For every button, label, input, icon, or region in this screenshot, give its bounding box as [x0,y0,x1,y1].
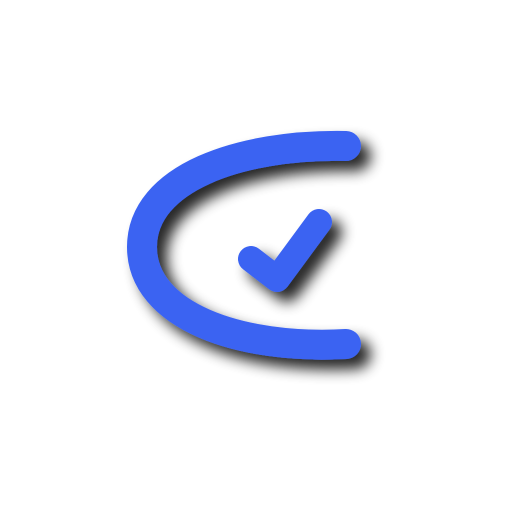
app-icon-canvas [0,0,512,512]
checkmark-icon [238,209,332,292]
c-check-logo [127,130,361,360]
